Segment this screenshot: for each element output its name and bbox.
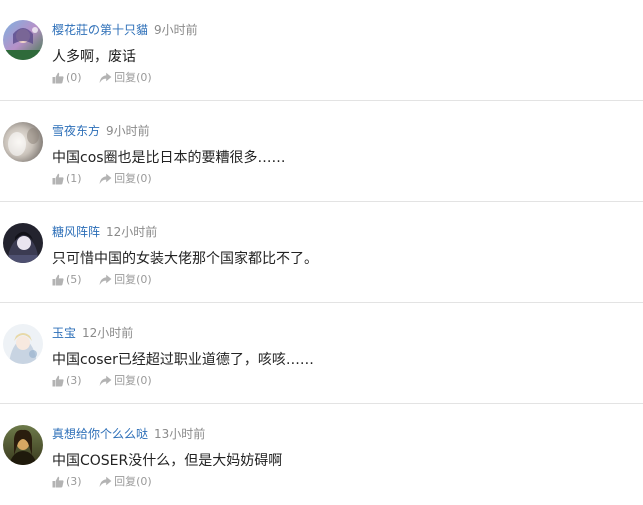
like-count: (3) — [66, 475, 82, 488]
like-button[interactable]: (0) — [52, 71, 82, 85]
timestamp: 12小时前 — [106, 225, 158, 239]
comment-list: 樱花莊の第十只貓 9小时前 人多啊，废话 (0) 回复(0) 雪夜东方 9小时前… — [0, 0, 643, 505]
like-count: (1) — [66, 172, 82, 185]
reply-button[interactable]: 回复(0) — [99, 374, 152, 388]
reply-label: 回复 — [114, 273, 137, 286]
reply-count: (0) — [136, 374, 152, 387]
comment-item: 樱花莊の第十只貓 9小时前 人多啊，废话 (0) 回复(0) — [0, 0, 643, 101]
reply-count: (0) — [136, 475, 152, 488]
thumbs-up-icon — [52, 173, 64, 185]
reply-label: 回复 — [114, 172, 137, 185]
comment-actions: (3) 回复(0) — [52, 475, 152, 489]
timestamp: 9小时前 — [154, 23, 198, 37]
username-link[interactable]: 雪夜东方 — [52, 124, 100, 138]
reply-count: (0) — [136, 71, 152, 84]
like-button[interactable]: (3) — [52, 374, 82, 388]
reply-button[interactable]: 回复(0) — [99, 71, 152, 85]
comment-item: 真想给你个么么哒 13小时前 中国COSER没什么，但是大妈妨碍啊 (3) 回复(… — [0, 404, 643, 505]
timestamp: 9小时前 — [106, 124, 150, 138]
username-link[interactable]: 玉宝 — [52, 326, 76, 340]
comment-actions: (1) 回复(0) — [52, 172, 152, 186]
avatar[interactable] — [3, 223, 43, 263]
reply-button[interactable]: 回复(0) — [99, 475, 152, 489]
anime-girl-avatar-icon — [3, 20, 43, 60]
comment-meta: 雪夜东方 9小时前 — [52, 122, 150, 138]
reply-label: 回复 — [114, 374, 137, 387]
reply-count: (0) — [136, 273, 152, 286]
comment-text: 只可惜中国的女装大佬那个国家都比不了。 — [52, 251, 318, 267]
thumbs-up-icon — [52, 476, 64, 488]
thumbs-up-icon — [52, 274, 64, 286]
avatar[interactable] — [3, 425, 43, 465]
comment-meta: 真想给你个么么哒 13小时前 — [52, 425, 205, 441]
comment-meta: 糖风阵阵 12小时前 — [52, 223, 157, 239]
username-link[interactable]: 真想给你个么么哒 — [52, 427, 148, 441]
comment-meta: 玉宝 12小时前 — [52, 324, 133, 340]
thumbs-up-icon — [52, 72, 64, 84]
avatar[interactable] — [3, 20, 43, 60]
comment-meta: 樱花莊の第十只貓 9小时前 — [52, 21, 198, 37]
like-count: (0) — [66, 71, 82, 84]
reply-label: 回复 — [114, 475, 137, 488]
comment-text: 中国coser已经超过职业道德了，咳咳…… — [52, 352, 314, 368]
like-count: (5) — [66, 273, 82, 286]
reply-label: 回复 — [114, 71, 137, 84]
reply-arrow-icon — [99, 375, 112, 386]
mona-lisa-avatar-icon — [3, 425, 43, 465]
timestamp: 12小时前 — [82, 326, 134, 340]
reply-arrow-icon — [99, 72, 112, 83]
avatar[interactable] — [3, 324, 43, 364]
light-anime-avatar-icon — [3, 324, 43, 364]
like-button[interactable]: (5) — [52, 273, 82, 287]
reply-arrow-icon — [99, 173, 112, 184]
comment-item: 玉宝 12小时前 中国coser已经超过职业道德了，咳咳…… (3) 回复(0) — [0, 303, 643, 404]
comment-actions: (3) 回复(0) — [52, 374, 152, 388]
reply-button[interactable]: 回复(0) — [99, 172, 152, 186]
avatar[interactable] — [3, 122, 43, 162]
timestamp: 13小时前 — [154, 427, 206, 441]
dark-anime-avatar-icon — [3, 223, 43, 263]
thumbs-up-icon — [52, 375, 64, 387]
comment-actions: (0) 回复(0) — [52, 71, 152, 85]
reply-count: (0) — [136, 172, 152, 185]
reply-button[interactable]: 回复(0) — [99, 273, 152, 287]
reply-arrow-icon — [99, 274, 112, 285]
comment-text: 中国cos圈也是比日本的要糟很多…… — [52, 150, 286, 166]
comment-item: 糖风阵阵 12小时前 只可惜中国的女装大佬那个国家都比不了。 (5) 回复(0) — [0, 202, 643, 303]
comment-text: 人多啊，废话 — [52, 49, 136, 65]
reply-arrow-icon — [99, 476, 112, 487]
blurred-photo-avatar-icon — [3, 122, 43, 162]
username-link[interactable]: 糖风阵阵 — [52, 225, 100, 239]
username-link[interactable]: 樱花莊の第十只貓 — [52, 23, 148, 37]
comment-item: 雪夜东方 9小时前 中国cos圈也是比日本的要糟很多…… (1) 回复(0) — [0, 101, 643, 202]
like-button[interactable]: (3) — [52, 475, 82, 489]
like-button[interactable]: (1) — [52, 172, 82, 186]
comment-text: 中国COSER没什么，但是大妈妨碍啊 — [52, 453, 283, 469]
comment-actions: (5) 回复(0) — [52, 273, 152, 287]
like-count: (3) — [66, 374, 82, 387]
